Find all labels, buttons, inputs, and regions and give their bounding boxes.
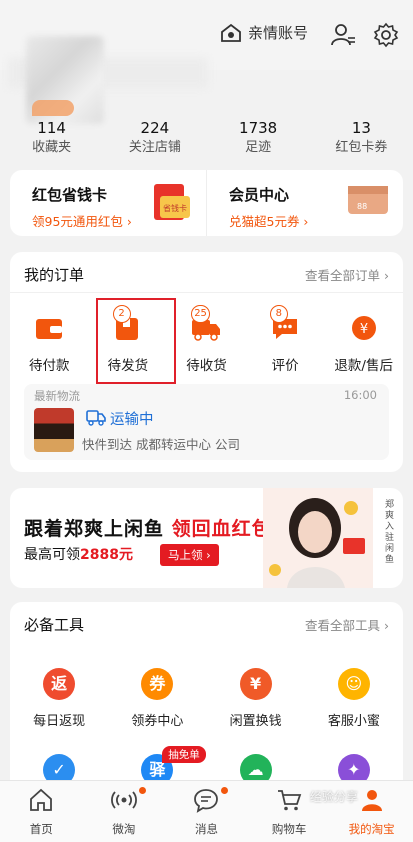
saving-card-entry[interactable]: 红包省钱卡 领95元通用红包 › 省钱卡 <box>10 170 206 236</box>
order-pending-payment[interactable]: 待付款 <box>10 314 89 374</box>
coupon-icon: 券 <box>141 668 174 700</box>
home-icon <box>30 788 53 811</box>
tool-customer-service[interactable]: ☺ 客服小蜜 <box>305 668 403 729</box>
latest-logistics[interactable]: 最新物流 16:00 运输中 快件到达 成都转运中心 公司 <box>24 384 389 460</box>
stat-followed-shops[interactable]: 224 关注店铺 <box>103 118 206 162</box>
order-to-receive[interactable]: 25 待收货 <box>167 305 246 374</box>
highlight-box <box>96 298 176 384</box>
order-count-badge: 8 <box>269 305 288 323</box>
assistant-icon: ☺ <box>337 668 370 700</box>
member-center-entry[interactable]: 会员中心 兑猫超5元券 › 88 <box>206 170 403 236</box>
tools-title: 必备工具 <box>24 616 85 634</box>
orders-card: 我的订单 查看全部订单 › 待付款 2 待发货 25 待收货 8 评价 ¥ 退款… <box>10 252 403 472</box>
promo-banner[interactable]: 跟着郑爽上闲鱼 领回血红包 最高可领2888元 马上领 › 郑爽入驻闲鱼 <box>10 488 403 588</box>
order-review[interactable]: 8 评价 <box>246 305 325 374</box>
delivery-truck-icon <box>86 410 106 426</box>
claim-now-button[interactable]: 马上领 › <box>160 544 219 566</box>
svg-text:88: 88 <box>357 202 367 211</box>
cashback-icon: 返 <box>43 668 76 700</box>
message-icon <box>194 789 219 813</box>
divider <box>10 292 403 293</box>
tools-row-1: 返 每日返现 券 领券中心 ¥ 闲置换钱 ☺ 客服小蜜 <box>10 668 403 729</box>
order-refund[interactable]: ¥ 退款/售后 <box>324 314 403 374</box>
member-badge <box>32 100 74 116</box>
red-envelope-icon: 省钱卡 <box>154 184 190 220</box>
profile-icon <box>361 790 382 811</box>
tab-home[interactable]: 首页 <box>0 781 83 842</box>
home-shield-icon <box>221 23 241 42</box>
user-list-icon[interactable] <box>330 22 356 48</box>
banner-headline: 跟着郑爽上闲鱼 领回血红包 <box>24 518 272 540</box>
tab-weitao[interactable]: 微淘 <box>83 781 166 842</box>
refund-yuan-icon: ¥ <box>351 316 376 340</box>
family-account-button[interactable]: 亲情账号 <box>220 22 308 43</box>
svg-text:¥: ¥ <box>360 322 368 337</box>
tab-messages[interactable]: 消息 <box>165 781 248 842</box>
product-thumbnail <box>34 408 74 452</box>
stat-coupons[interactable]: 13 红包卡券 <box>310 118 413 162</box>
top-header: 亲情账号 <box>0 0 413 124</box>
watermark: 经验分享 <box>310 790 359 804</box>
promo-card: 红包省钱卡 领95元通用红包 › 省钱卡 会员中心 兑猫超5元券 › 88 <box>10 170 403 236</box>
money-bag-icon: ¥ <box>239 668 272 700</box>
tool-coupon-center[interactable]: 券 领券中心 <box>108 668 206 729</box>
banner-subline: 最高可领2888元 <box>24 547 133 563</box>
stats-row: 114 收藏夹 224 关注店铺 1738 足迹 13 红包卡券 <box>0 118 413 162</box>
wallet-icon <box>36 319 63 339</box>
settings-gear-icon[interactable] <box>373 22 399 48</box>
member-card-icon: 88 <box>348 186 388 214</box>
family-account-label: 亲情账号 <box>248 24 309 42</box>
order-status-row: 待付款 2 待发货 25 待收货 8 评价 ¥ 退款/售后 <box>10 305 403 374</box>
celebrity-photo <box>263 488 373 588</box>
stat-footprints[interactable]: 1738 足迹 <box>207 118 310 162</box>
view-all-tools-link[interactable]: 查看全部工具 › <box>305 615 389 634</box>
notification-dot <box>138 787 146 794</box>
notification-dot <box>221 787 229 794</box>
cart-icon <box>278 790 302 811</box>
orders-title: 我的订单 <box>24 266 85 284</box>
view-all-orders-link[interactable]: 查看全部订单 › <box>305 265 389 284</box>
stat-favorites[interactable]: 114 收藏夹 <box>0 118 103 162</box>
tools-card: 必备工具 查看全部工具 › 返 每日返现 券 领券中心 ¥ 闲置换钱 ☺ 客服小… <box>10 602 403 792</box>
free-order-badge: 抽免单 <box>162 746 206 763</box>
svg-text:省钱卡: 省钱卡 <box>163 203 187 213</box>
order-count-badge: 25 <box>191 305 210 323</box>
broadcast-icon <box>111 791 137 809</box>
tool-daily-cashback[interactable]: 返 每日返现 <box>10 668 108 729</box>
tool-idle-exchange[interactable]: ¥ 闲置换钱 <box>207 668 305 729</box>
